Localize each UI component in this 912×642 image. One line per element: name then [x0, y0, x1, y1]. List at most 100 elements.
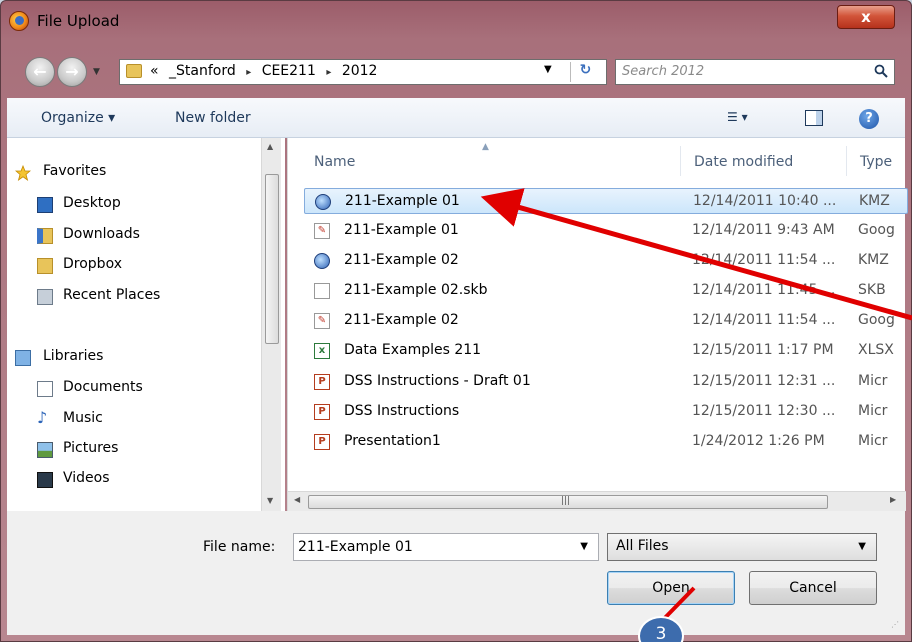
new-folder-button[interactable]: New folder — [175, 110, 251, 126]
file-date-modified: 12/15/2011 12:30 ... — [692, 403, 836, 419]
file-type: SKB — [858, 282, 886, 298]
file-type-value: All Files — [616, 538, 669, 554]
file-name: 211-Example 01 — [345, 193, 460, 209]
file-name-combobox[interactable]: ▼ — [293, 533, 599, 561]
search-placeholder: Search 2012 — [622, 64, 705, 79]
window-title: File Upload — [37, 12, 120, 30]
file-name: Data Examples 211 — [344, 342, 482, 358]
nav-label: Downloads — [63, 226, 140, 242]
resize-grip-icon[interactable]: ⋰ — [891, 620, 899, 629]
view-dropdown-icon[interactable]: ▾ — [742, 110, 748, 124]
sort-ascending-icon: ▲ — [482, 142, 489, 152]
cancel-button[interactable]: Cancel — [749, 571, 877, 605]
file-row[interactable]: 211-Example 02.skb 12/14/2011 11:45 ... SK… — [304, 278, 908, 304]
file-name-input[interactable] — [298, 537, 558, 557]
change-view-icon[interactable]: ☰ ▾ — [727, 110, 761, 128]
file-name: 211-Example 01 — [344, 222, 459, 238]
grip-icon: ||| — [561, 496, 571, 506]
organize-menu[interactable]: Organize ▾ — [41, 110, 115, 126]
file-date-modified: 12/15/2011 12:31 ... — [692, 373, 836, 389]
file-row[interactable]: ✎ 211-Example 02 12/14/2011 11:54 ... Goog — [304, 308, 908, 334]
file-name: DSS Instructions - Draft 01 — [344, 373, 531, 389]
address-bar[interactable]: « _Stanford ▸ CEE211 ▸ 2012 ▼ ↻ — [119, 59, 607, 85]
address-dropdown-icon[interactable]: ▼ — [544, 64, 552, 75]
file-name-dropdown-icon[interactable]: ▼ — [580, 541, 588, 552]
breadcrumb-cee211[interactable]: CEE211 — [262, 63, 316, 79]
navigation-bar: ← → ▼ « _Stanford ▸ CEE211 ▸ 2012 ▼ ↻ Se… — [1, 51, 911, 91]
column-header-date-modified[interactable]: Date modified — [694, 154, 793, 170]
star-icon — [15, 165, 31, 181]
file-type: Goog — [858, 312, 895, 328]
column-header-type[interactable]: Type — [860, 154, 892, 170]
nav-label: Favorites — [43, 163, 107, 179]
file-row[interactable]: x Data Examples 211 12/15/2011 1:17 PM XLSX — [304, 338, 908, 364]
breadcrumb: « _Stanford ▸ CEE211 ▸ 2012 — [150, 63, 383, 79]
file-name-label: File name: — [203, 539, 276, 555]
excel-icon: x — [314, 343, 330, 359]
breadcrumb-overflow[interactable]: « — [150, 63, 159, 79]
horizontal-scrollbar[interactable]: ◀ ||| ▶ — [288, 491, 906, 511]
scroll-down-icon[interactable]: ▼ — [267, 496, 273, 505]
scroll-up-icon[interactable]: ▲ — [267, 142, 273, 151]
file-type: Micr — [858, 373, 888, 389]
folder-icon — [126, 64, 142, 78]
file-row[interactable]: P DSS Instructions 12/15/2011 12:30 ... Mic… — [304, 399, 908, 425]
file-row[interactable]: P Presentation1 1/24/2012 1:26 PM Micr — [304, 429, 908, 455]
file-date-modified: 1/24/2012 1:26 PM — [692, 433, 825, 449]
downloads-folder-icon — [37, 228, 53, 244]
music-icon: ♪ — [37, 408, 48, 427]
pictures-icon — [37, 442, 53, 458]
scroll-right-icon[interactable]: ▶ — [890, 495, 896, 504]
open-button[interactable]: Open — [607, 571, 735, 605]
file-date-modified: 12/14/2011 11:54 ... — [692, 252, 836, 268]
google-earth-icon — [315, 194, 331, 210]
dialog-footer: File name: ▼ All Files ▼ Open Cancel ⋰ — [7, 511, 905, 635]
scrollbar-thumb[interactable]: ||| — [308, 495, 828, 509]
scrollbar-thumb[interactable] — [265, 174, 279, 344]
file-list: ▲ Name Date modified Type 211-Example 01… — [287, 138, 908, 511]
scroll-left-icon[interactable]: ◀ — [294, 495, 300, 504]
forward-button[interactable]: → — [57, 57, 87, 87]
file-row[interactable]: 211-Example 02 12/14/2011 11:54 ... KMZ — [304, 248, 908, 274]
firefox-icon — [9, 11, 29, 31]
column-divider[interactable] — [680, 146, 681, 176]
sketchup-icon: ✎ — [314, 223, 330, 239]
close-button[interactable]: x — [837, 5, 895, 29]
title-bar: File Upload x — [1, 1, 911, 45]
google-earth-icon — [314, 253, 330, 269]
search-box[interactable]: Search 2012 — [615, 59, 895, 85]
file-name: 211-Example 02 — [344, 312, 459, 328]
file-type-dropdown-icon[interactable]: ▼ — [858, 541, 866, 552]
powerpoint-icon: P — [314, 404, 330, 420]
breadcrumb-separator-icon[interactable]: ▸ — [246, 67, 251, 78]
file-row[interactable]: P DSS Instructions - Draft 01 12/15/2011 1… — [304, 369, 908, 395]
breadcrumb-separator-icon[interactable]: ▸ — [326, 67, 331, 78]
preview-pane-icon[interactable] — [805, 110, 823, 126]
sketchup-icon: ✎ — [314, 313, 330, 329]
nav-label: Libraries — [43, 348, 104, 364]
file-date-modified: 12/14/2011 9:43 AM — [692, 222, 835, 238]
breadcrumb-2012[interactable]: 2012 — [342, 63, 378, 79]
file-date-modified: 12/15/2011 1:17 PM — [692, 342, 834, 358]
file-type-select[interactable]: All Files ▼ — [607, 533, 877, 561]
file-row[interactable]: 211-Example 01 12/14/2011 10:40 ... KMZ — [304, 188, 908, 214]
file-name: 211-Example 02.skb — [344, 282, 488, 298]
column-header-name[interactable]: Name — [314, 154, 355, 170]
breadcrumb-stanford[interactable]: _Stanford — [169, 63, 236, 79]
navigation-scrollbar[interactable]: ▲ ▼ — [261, 138, 281, 511]
powerpoint-icon: P — [314, 374, 330, 390]
libraries-icon — [15, 350, 31, 366]
nav-label: Dropbox — [63, 256, 122, 272]
refresh-icon[interactable]: ↻ — [570, 62, 600, 82]
file-date-modified: 12/14/2011 11:45 ... — [692, 282, 836, 298]
nav-label: Videos — [63, 470, 110, 486]
recent-places-icon — [37, 289, 53, 305]
help-icon[interactable]: ? — [859, 109, 879, 129]
back-button[interactable]: ← — [25, 57, 55, 87]
column-divider[interactable] — [846, 146, 847, 176]
search-icon[interactable] — [874, 64, 888, 78]
recent-locations-dropdown[interactable]: ▼ — [93, 67, 100, 77]
file-date-modified: 12/14/2011 11:54 ... — [692, 312, 836, 328]
file-row[interactable]: ✎ 211-Example 01 12/14/2011 9:43 AM Goog — [304, 218, 908, 244]
powerpoint-icon: P — [314, 434, 330, 450]
